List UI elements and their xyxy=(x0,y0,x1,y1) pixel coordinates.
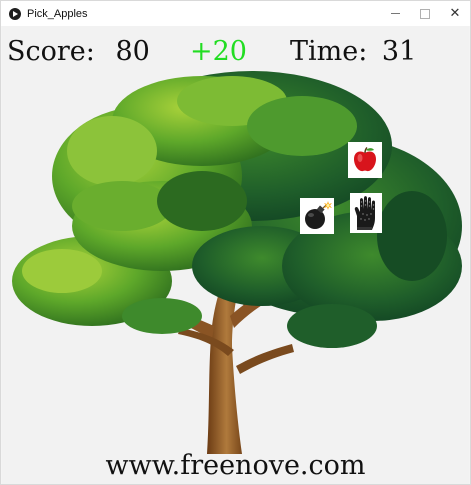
score-label: Score: xyxy=(7,36,95,67)
bonus-points: +20 xyxy=(190,36,247,67)
score-value: 80 xyxy=(115,36,150,67)
window-controls: ✕ xyxy=(380,1,470,26)
app-icon xyxy=(9,7,21,20)
minimize-button[interactable] xyxy=(380,1,410,26)
bomb-item[interactable] xyxy=(300,198,334,234)
tree-illustration xyxy=(12,71,462,454)
time-label: Time: xyxy=(290,36,368,67)
time-display: Time: 31 xyxy=(290,36,416,67)
glove-icon xyxy=(354,196,375,230)
time-value: 31 xyxy=(381,36,417,67)
window-title: Pick_Apples xyxy=(27,7,88,20)
maximize-button[interactable] xyxy=(410,1,440,26)
close-button[interactable]: ✕ xyxy=(440,1,470,26)
footer-url: www.freenove.com xyxy=(105,450,366,481)
apple-item[interactable] xyxy=(348,142,382,178)
bomb-icon xyxy=(305,201,332,229)
score-display: Score: 80 xyxy=(7,36,150,67)
glove-item[interactable] xyxy=(350,193,382,233)
tree-foliage xyxy=(12,71,462,348)
game-window: Pick_Apples ✕ Score: 80 +20 Time: 31 www… xyxy=(0,0,471,485)
game-canvas[interactable]: Score: 80 +20 Time: 31 www.freenove.com xyxy=(2,26,469,484)
title-bar: Pick_Apples ✕ xyxy=(1,1,470,26)
apple-icon xyxy=(354,146,376,172)
